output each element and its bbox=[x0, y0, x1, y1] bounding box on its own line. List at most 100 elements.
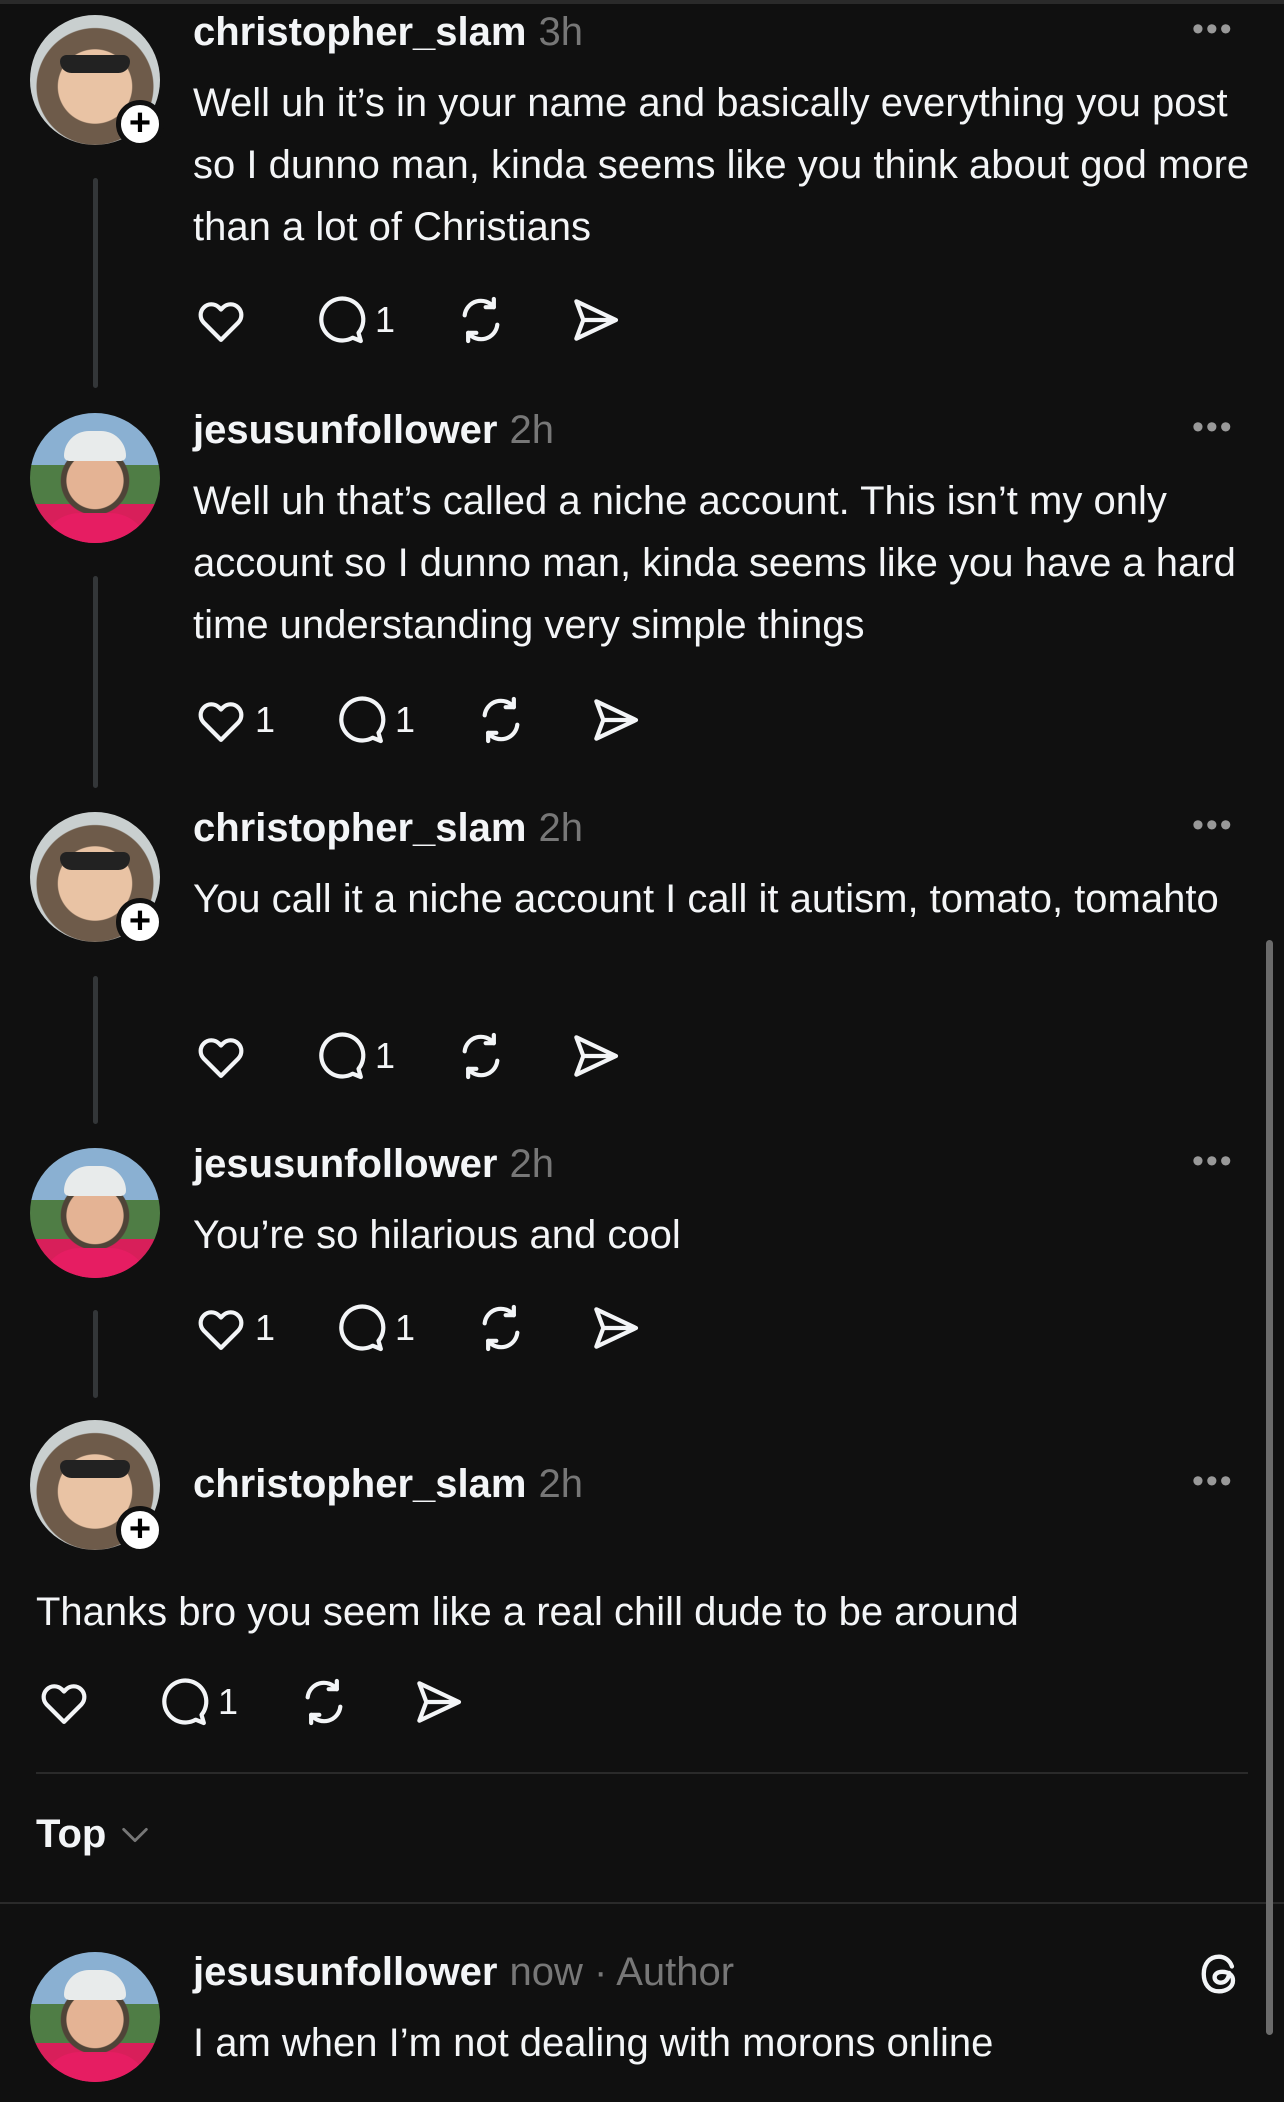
reply-count: 1 bbox=[375, 1035, 396, 1076]
send-icon bbox=[594, 1307, 639, 1349]
repost-icon bbox=[482, 696, 520, 744]
more-options-button[interactable]: ••• bbox=[1192, 10, 1234, 49]
thread-line bbox=[93, 976, 98, 1124]
author-badge: · Author bbox=[582, 1950, 735, 1994]
avatar-glasses bbox=[60, 55, 130, 73]
comment-icon bbox=[339, 1304, 386, 1352]
scrollbar[interactable] bbox=[1266, 940, 1273, 2035]
action-bar: 1 bbox=[36, 1672, 524, 1732]
heart-icon bbox=[198, 1310, 244, 1350]
send-icon bbox=[594, 699, 639, 741]
like-count: 1 bbox=[255, 699, 276, 740]
follow-button[interactable]: + bbox=[116, 1506, 164, 1554]
username[interactable]: jesusunfollower 2h bbox=[193, 1142, 554, 1187]
username[interactable]: christopher_slam 2h bbox=[193, 806, 583, 851]
avatar[interactable] bbox=[30, 413, 160, 543]
share-button[interactable] bbox=[567, 292, 623, 348]
reply-button[interactable]: 1 bbox=[313, 1028, 395, 1084]
heart-icon bbox=[41, 1684, 87, 1724]
avatar-shirt bbox=[40, 1248, 150, 1278]
share-button[interactable] bbox=[567, 1028, 623, 1084]
post-text: Thanks bro you seem like a real chill du… bbox=[36, 1590, 1019, 1634]
comment-icon bbox=[319, 1032, 366, 1080]
reply-button[interactable]: 1 bbox=[156, 1674, 238, 1730]
repost-button[interactable] bbox=[453, 1028, 509, 1084]
reply-count: 1 bbox=[218, 1681, 239, 1722]
thread-line bbox=[93, 576, 98, 788]
action-bar: 1 bbox=[193, 290, 681, 350]
post-text: Well uh that’s called a niche account. T… bbox=[193, 479, 1236, 647]
like-button[interactable] bbox=[36, 1674, 98, 1730]
share-button[interactable] bbox=[587, 1300, 643, 1356]
top-border bbox=[0, 0, 1284, 4]
avatar-shirt bbox=[40, 513, 150, 543]
heart-icon bbox=[198, 1038, 244, 1078]
thread-line bbox=[93, 1310, 98, 1398]
post-text: You’re so hilarious and cool bbox=[193, 1213, 681, 1257]
repost-button[interactable] bbox=[296, 1674, 352, 1730]
heart-icon bbox=[198, 302, 244, 342]
comment-icon bbox=[162, 1678, 209, 1726]
repost-button[interactable] bbox=[453, 292, 509, 348]
reply-button[interactable]: 1 bbox=[333, 1300, 415, 1356]
more-options-button[interactable]: ••• bbox=[1192, 1142, 1234, 1181]
sort-dropdown[interactable]: Top bbox=[36, 1812, 152, 1857]
divider bbox=[0, 1902, 1284, 1904]
reply-count: 1 bbox=[375, 299, 396, 340]
like-count: 1 bbox=[255, 1307, 276, 1348]
send-icon bbox=[417, 1681, 462, 1723]
repost-icon bbox=[462, 1032, 500, 1080]
username[interactable]: christopher_slam 2h bbox=[193, 1462, 583, 1507]
timestamp: 2h bbox=[509, 1142, 555, 1186]
send-icon bbox=[574, 299, 619, 341]
reply-button[interactable]: 1 bbox=[333, 692, 415, 748]
avatar-cap bbox=[64, 431, 126, 461]
post-text: You call it a niche account I call it au… bbox=[193, 877, 1219, 921]
timestamp: 2h bbox=[538, 1462, 583, 1506]
comment-icon bbox=[339, 696, 386, 744]
comment-icon bbox=[319, 296, 366, 344]
more-options-button[interactable]: ••• bbox=[1192, 1462, 1234, 1501]
action-bar: 1 bbox=[193, 1026, 681, 1086]
send-icon bbox=[574, 1035, 619, 1077]
reply-button[interactable]: 1 bbox=[313, 292, 395, 348]
like-button[interactable]: 1 bbox=[193, 1300, 275, 1356]
like-button[interactable]: 1 bbox=[193, 692, 275, 748]
post-text: I am when I’m not dealing with morons on… bbox=[193, 2021, 994, 2065]
avatar-glasses bbox=[60, 852, 130, 870]
more-options-button[interactable]: ••• bbox=[1192, 806, 1234, 845]
avatar[interactable] bbox=[30, 1952, 160, 2082]
username[interactable]: jesusunfollower now · Author bbox=[193, 1950, 734, 1995]
follow-button[interactable]: + bbox=[116, 898, 164, 946]
timestamp: now bbox=[509, 1950, 583, 1994]
timestamp: 2h bbox=[509, 408, 555, 452]
divider bbox=[36, 1772, 1248, 1774]
avatar-cap bbox=[64, 1166, 126, 1196]
chevron-down-icon bbox=[122, 1827, 149, 1842]
thread-line bbox=[93, 178, 98, 388]
follow-button[interactable]: + bbox=[116, 100, 164, 148]
username[interactable]: christopher_slam 3h bbox=[193, 10, 583, 55]
avatar-cap bbox=[64, 1970, 126, 2000]
reply-count: 1 bbox=[395, 1307, 416, 1348]
avatar-glasses bbox=[60, 1460, 130, 1478]
share-button[interactable] bbox=[587, 692, 643, 748]
avatar[interactable] bbox=[30, 1148, 160, 1278]
repost-icon bbox=[482, 1304, 520, 1352]
like-button[interactable] bbox=[193, 1028, 255, 1084]
share-button[interactable] bbox=[410, 1674, 466, 1730]
like-button[interactable] bbox=[193, 292, 255, 348]
timestamp: 2h bbox=[538, 806, 583, 850]
repost-button[interactable] bbox=[473, 1300, 529, 1356]
repost-button[interactable] bbox=[473, 692, 529, 748]
avatar-shirt bbox=[40, 2052, 150, 2082]
action-bar: 1 1 bbox=[193, 690, 701, 750]
repost-icon bbox=[462, 296, 500, 344]
username[interactable]: jesusunfollower 2h bbox=[193, 408, 554, 453]
reply-count: 1 bbox=[395, 699, 416, 740]
sort-label: Top bbox=[36, 1812, 107, 1856]
threads-logo-icon bbox=[1201, 1954, 1236, 1994]
repost-icon bbox=[305, 1678, 343, 1726]
heart-icon bbox=[198, 702, 244, 742]
more-options-button[interactable]: ••• bbox=[1192, 408, 1234, 447]
